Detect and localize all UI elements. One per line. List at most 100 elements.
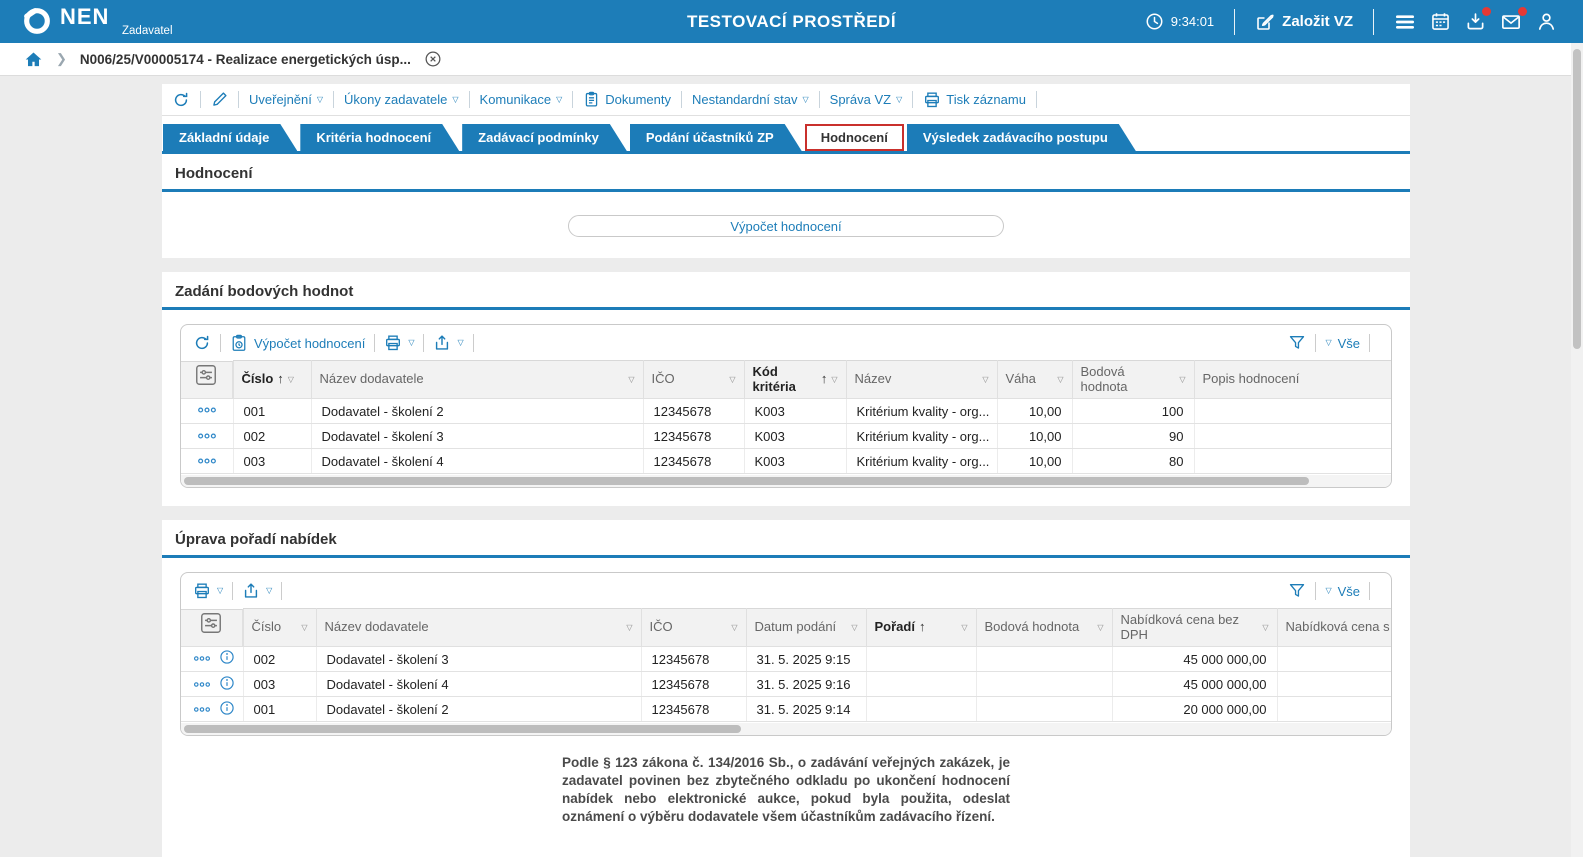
tab-podani-ucastniku[interactable]: Podání účastníků ZP <box>630 124 802 151</box>
cell-dodavatel: Dodavatel - školení 2 <box>316 697 641 722</box>
col-header-popis-hodnoceni[interactable]: Popis hodnocení <box>1194 361 1391 399</box>
info-icon[interactable] <box>219 675 235 694</box>
info-icon[interactable] <box>219 700 235 719</box>
dokumenty-button[interactable]: Dokumenty <box>583 91 671 108</box>
refresh-button[interactable] <box>172 91 190 109</box>
messages-button[interactable] <box>1500 11 1522 33</box>
zalozit-vz-button[interactable]: Založit VZ <box>1255 12 1353 32</box>
page: NEN Zadavatel TESTOVACÍ PROSTŘEDÍ 9:34:0… <box>0 0 1583 857</box>
tab-hodnoceni[interactable]: Hodnocení <box>805 124 904 151</box>
row-menu-button[interactable] <box>197 429 217 444</box>
col-header-cislo[interactable]: Číslo ▽ <box>243 609 316 647</box>
sort-asc-icon: ↑ <box>277 372 284 387</box>
divider <box>162 307 1410 310</box>
row-menu-button[interactable] <box>193 677 211 692</box>
col-header-datum-podani[interactable]: Datum podání ▽ <box>746 609 866 647</box>
col-header-kod-kriteria[interactable]: Kód kritéria ↑ ▽ <box>744 361 846 399</box>
row-menu-button[interactable] <box>193 702 211 717</box>
cell-kod: K003 <box>744 424 846 449</box>
komunikace-menu[interactable]: Komunikace ▽ <box>480 92 563 107</box>
col-header-poradi[interactable]: Pořadí ↑ ▽ <box>866 609 976 647</box>
cell-vaha: 10,00 <box>997 399 1072 424</box>
divider <box>374 334 375 352</box>
divider <box>1369 334 1370 352</box>
dropdown-icon: ▽ <box>1325 587 1331 595</box>
cell-bodova-hodnota: 100 <box>1072 399 1194 424</box>
col-header-cena-s-dph[interactable]: Nabídková cena s DPH ▽ <box>1277 609 1391 647</box>
col-header-cislo[interactable]: Číslo ↑ ▽ <box>233 361 311 399</box>
column-settings-button[interactable] <box>181 609 243 647</box>
legal-note: Podle § 123 zákona č. 134/2016 Sb., o za… <box>562 754 1010 834</box>
hodnoceni-panel: Výpočet hodnocení <box>162 192 1410 258</box>
calendar-button[interactable] <box>1430 11 1451 32</box>
uverejneni-menu[interactable]: Uveřejnění ▽ <box>249 92 323 107</box>
filter-preset-vse[interactable]: ▽ Vše <box>1325 336 1360 351</box>
info-icon[interactable] <box>219 649 235 668</box>
col-header-nazev-dodavatele[interactable]: Název dodavatele ▽ <box>316 609 641 647</box>
home-icon[interactable] <box>24 50 43 69</box>
cell-bodova-hodnota <box>976 647 1112 672</box>
filter-button[interactable] <box>1288 334 1306 352</box>
divider <box>162 555 1410 558</box>
dropdown-icon: ▽ <box>896 96 902 104</box>
row-menu-button[interactable] <box>197 454 217 469</box>
cell-dodavatel: Dodavatel - školení 3 <box>316 647 641 672</box>
tab-zakladni-udaje[interactable]: Základní údaje <box>163 124 297 151</box>
row-menu-button[interactable] <box>197 403 217 418</box>
scrollbar-thumb[interactable] <box>184 477 1309 485</box>
user-profile-button[interactable] <box>1536 11 1557 32</box>
sprava-vz-menu[interactable]: Správa VZ ▽ <box>830 92 903 107</box>
cell-vaha: 10,00 <box>997 424 1072 449</box>
vypocet-hodnoceni-button[interactable]: Výpočet hodnocení <box>568 215 1004 237</box>
cell-ico: 12345678 <box>643 449 744 474</box>
tab-vysledek[interactable]: Výsledek zadávacího postupu <box>907 124 1136 151</box>
cell-ico: 12345678 <box>641 672 746 697</box>
col-header-vaha[interactable]: Váha ▽ <box>997 361 1072 399</box>
edit-button[interactable] <box>211 91 228 108</box>
col-header-cena-bez-dph[interactable]: Nabídková cena bez DPH ▽ <box>1112 609 1277 647</box>
menu-button[interactable] <box>1394 11 1416 33</box>
tisk-zaznamu-button[interactable]: Tisk záznamu <box>923 91 1026 109</box>
col-header-bodova-hodnota[interactable]: Bodová hodnota ▽ <box>976 609 1112 647</box>
divider <box>1036 91 1037 108</box>
refresh-button[interactable] <box>193 334 211 352</box>
cell-nazev: Kritérium kvality - org... <box>846 399 997 424</box>
breadcrumb-record[interactable]: N006/25/V00005174 - Realizace energetick… <box>80 52 411 67</box>
col-header-ico[interactable]: IČO ▽ <box>643 361 744 399</box>
scrollbar-thumb[interactable] <box>1573 49 1581 349</box>
column-settings-button[interactable] <box>181 361 233 399</box>
scrollbar-thumb[interactable] <box>184 725 741 733</box>
divider <box>572 91 573 108</box>
table-row: 002 Dodavatel - školení 3 12345678 K003 … <box>181 424 1391 449</box>
vypocet-hodnoceni-link[interactable]: Výpočet hodnocení <box>230 334 365 352</box>
export-menu[interactable]: ▽ <box>242 582 272 600</box>
print-menu[interactable]: ▽ <box>193 582 223 600</box>
dropdown-icon: ▽ <box>729 376 735 384</box>
divider <box>912 91 913 108</box>
row-menu-button[interactable] <box>193 651 211 666</box>
sort-asc-icon: ↑ <box>919 620 926 635</box>
col-header-nazev[interactable]: Název ▽ <box>846 361 997 399</box>
export-menu[interactable]: ▽ <box>433 334 463 352</box>
downloads-button[interactable] <box>1465 11 1486 32</box>
divider <box>220 334 221 352</box>
print-menu[interactable]: ▽ <box>384 334 414 352</box>
col-header-bodova-hodnota[interactable]: Bodová hodnota ▽ <box>1072 361 1194 399</box>
tab-zadavaci-podminky[interactable]: Zadávací podmínky <box>462 124 627 151</box>
divider <box>469 91 470 108</box>
cell-dodavatel: Dodavatel - školení 4 <box>311 449 643 474</box>
nestandardni-stav-menu[interactable]: Nestandardní stav ▽ <box>692 92 809 107</box>
horizontal-scrollbar[interactable] <box>181 723 1391 735</box>
filter-button[interactable] <box>1288 582 1306 600</box>
col-header-ico[interactable]: IČO ▽ <box>641 609 746 647</box>
uprava-toolbar: ▽ ▽ <box>181 573 1391 608</box>
filter-preset-vse[interactable]: ▽ Vše <box>1325 584 1360 599</box>
tab-kriteria-hodnoceni[interactable]: Kritéria hodnocení <box>300 124 459 151</box>
ukony-zadavatele-menu[interactable]: Úkony zadavatele ▽ <box>344 92 459 107</box>
vertical-scrollbar[interactable] <box>1571 43 1583 857</box>
col-header-nazev-dodavatele[interactable]: Název dodavatele ▽ <box>311 361 643 399</box>
horizontal-scrollbar[interactable] <box>181 475 1391 487</box>
cell-popis <box>1194 424 1391 449</box>
close-record-icon[interactable] <box>424 50 442 68</box>
divider <box>423 334 424 352</box>
